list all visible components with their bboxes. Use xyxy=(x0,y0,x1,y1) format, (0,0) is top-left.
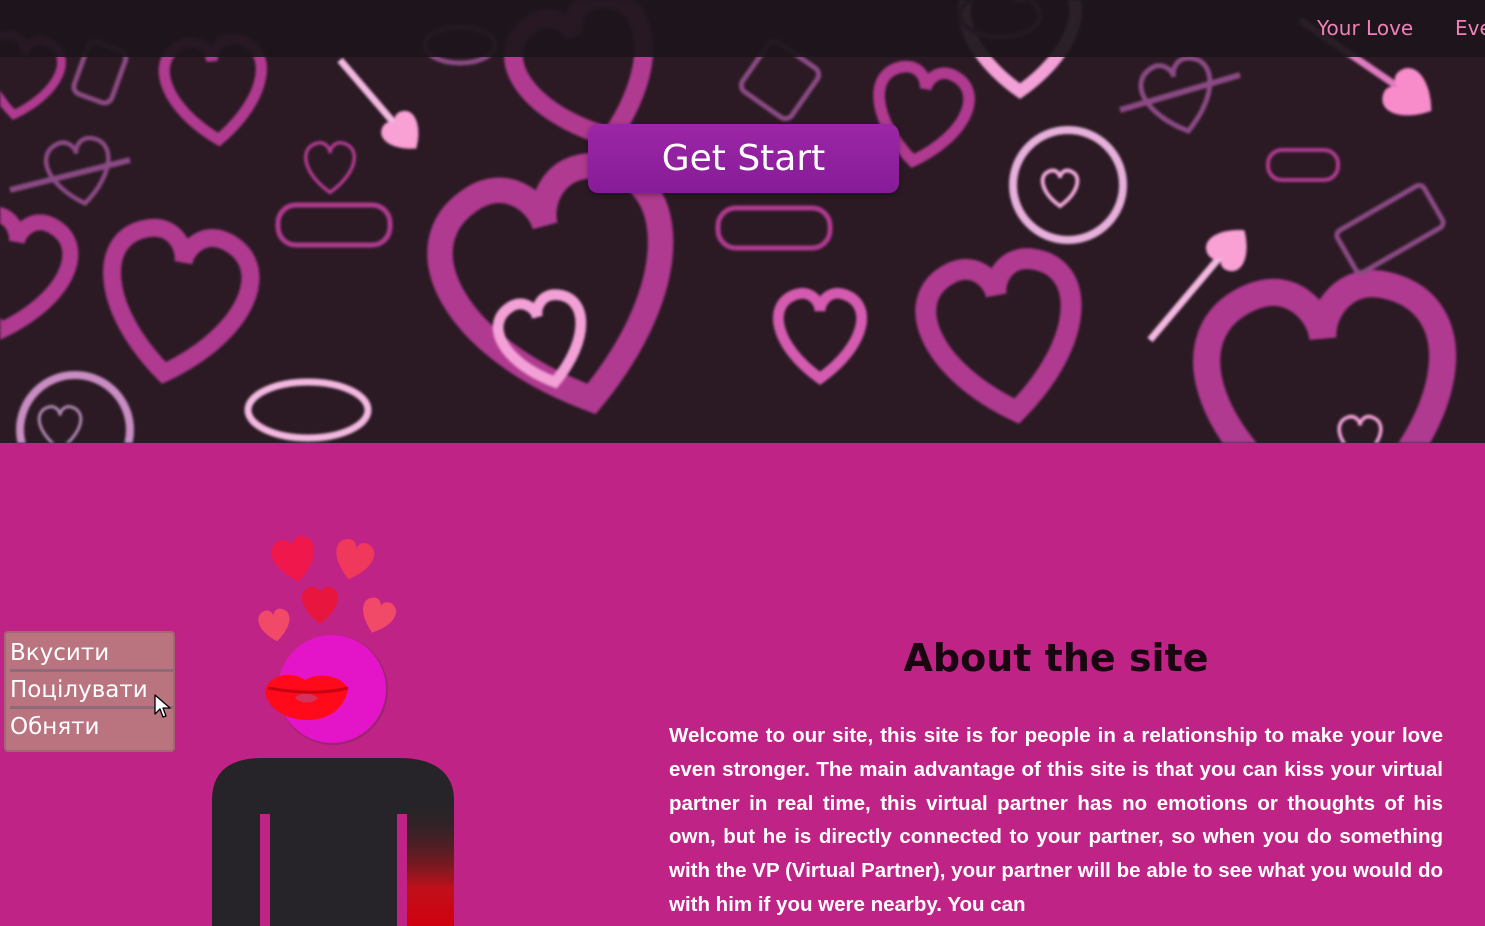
get-start-button[interactable]: Get Start xyxy=(588,124,899,193)
nav-link-your-love[interactable]: Your Love xyxy=(1317,16,1413,40)
hearts-background-pattern xyxy=(0,0,1485,443)
virtual-partner-figure xyxy=(212,536,454,926)
menu-separator xyxy=(10,669,174,672)
nav-link-eve[interactable]: Eve xyxy=(1455,16,1485,40)
hero-section: Your Love Eve Get Start xyxy=(0,0,1485,443)
context-menu: Вкусити Поцілувати Обняти xyxy=(4,631,175,752)
floating-hearts-icon xyxy=(258,536,397,642)
page: Your Love Eve Get Start Вкусити Поцілува… xyxy=(0,0,1485,926)
menu-item-hug[interactable]: Обняти xyxy=(10,710,174,744)
menu-separator xyxy=(10,706,174,709)
about-description: Welcome to our site, this site is for pe… xyxy=(669,724,1443,916)
mouse-pointer-icon xyxy=(154,694,171,718)
menu-item-bite[interactable]: Вкусити xyxy=(10,636,174,670)
top-navbar: Your Love Eve xyxy=(0,0,1485,57)
menu-item-kiss[interactable]: Поцілувати xyxy=(10,673,174,707)
about-title: About the site xyxy=(903,636,1209,680)
